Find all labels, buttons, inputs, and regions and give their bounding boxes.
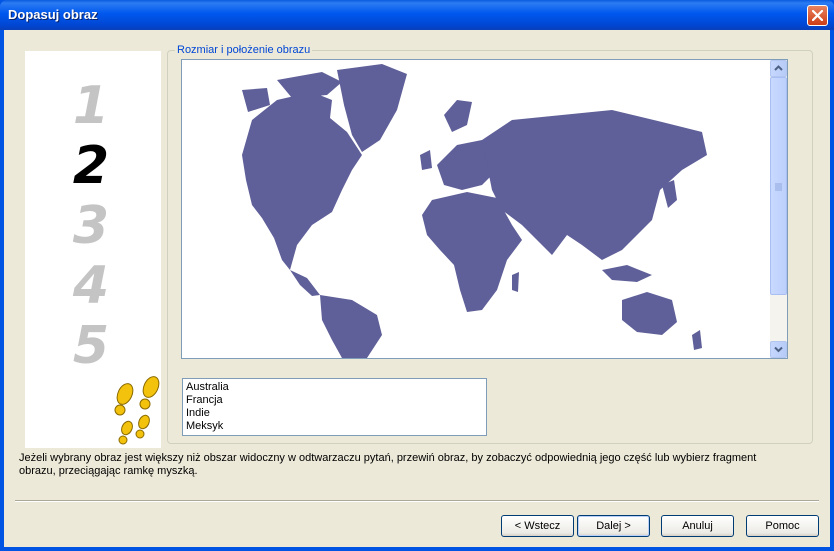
dialog-client-area: 1 2 3 4 5 Rozmiar i położenie obrazu Aus… [4,30,830,547]
arrow-down-icon [774,346,783,353]
close-icon [812,10,823,21]
world-map-image[interactable] [182,60,771,358]
next-button[interactable]: Dalej > [577,515,650,537]
help-button[interactable]: Pomoc [746,515,819,537]
step-number-5: 5 [73,316,109,376]
scroll-thumb[interactable] [770,77,787,295]
scroll-down-button[interactable] [770,341,787,358]
step-number-2: 2 [73,136,109,196]
image-viewport[interactable] [181,59,788,359]
country-listbox[interactable]: Australia Francja Indie Meksyk [182,378,487,436]
step-number-3: 3 [73,196,109,256]
group-legend: Rozmiar i położenie obrazu [175,44,313,56]
scroll-up-button[interactable] [770,60,787,77]
dialog-window: Dopasuj obraz 1 2 3 4 5 Rozmiar i położe… [0,0,834,551]
list-item[interactable]: Indie [186,407,483,420]
list-item[interactable]: Australia [186,381,483,394]
map-vertical-scrollbar[interactable] [770,60,787,358]
window-title: Dopasuj obraz [8,7,98,22]
step-number-4: 4 [72,256,109,316]
cancel-button[interactable]: Anuluj [661,515,734,537]
step-number-1: 1 [73,76,109,136]
list-item[interactable]: Meksyk [186,420,483,433]
title-bar[interactable]: Dopasuj obraz [0,0,834,30]
wizard-steps-panel: 1 2 3 4 5 [25,51,161,448]
divider [15,500,819,502]
arrow-up-icon [774,65,783,71]
footprints-icon [114,376,160,445]
grip-icon [775,183,782,191]
description-text: Jeżeli wybrany obraz jest większy niż ob… [19,452,757,477]
close-button[interactable] [807,5,828,26]
back-button[interactable]: < Wstecz [501,515,574,537]
list-item[interactable]: Francja [186,394,483,407]
